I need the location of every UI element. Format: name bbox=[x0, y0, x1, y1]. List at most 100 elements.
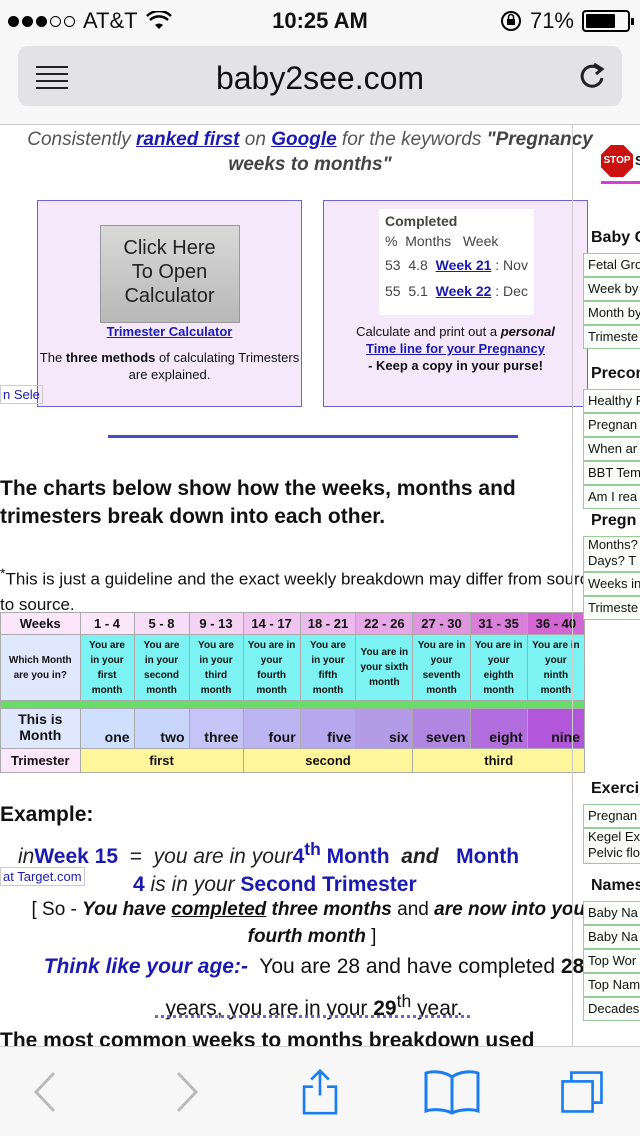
sheet-row: 53 4.8 Week 21 : Nov bbox=[385, 252, 528, 278]
month-cell: one bbox=[79, 708, 135, 749]
so-end: ] bbox=[371, 926, 377, 947]
weeks-cell: 22 - 26 bbox=[355, 612, 414, 635]
which-month-cell: You are in your first month bbox=[79, 634, 135, 701]
sidebar-link[interactable]: Healthy F bbox=[583, 389, 640, 413]
calc-image-line3: Calculator bbox=[124, 285, 215, 307]
sheet-col-months: Months bbox=[405, 233, 452, 249]
ranked-first-link[interactable]: ranked first bbox=[136, 129, 239, 150]
ex-you-are: you are in your bbox=[153, 845, 293, 868]
this-is-month-row: This is Month one two three four five six seve… bbox=[0, 708, 586, 749]
forward-icon[interactable] bbox=[172, 1069, 202, 1115]
sidebar-link[interactable]: Month by bbox=[583, 301, 640, 325]
timeline-tagline: - Keep a copy in your purse! bbox=[368, 358, 543, 373]
sidebar-link[interactable]: BBT Tem bbox=[583, 461, 640, 485]
row-label-this-month: This is Month bbox=[0, 708, 81, 749]
row-label-trimester: Trimester bbox=[0, 748, 81, 773]
sidebar-section-title: Names bbox=[591, 877, 640, 894]
which-month-cell: You are in your eighth month bbox=[469, 634, 528, 701]
sidebar-link[interactable]: Week by bbox=[583, 277, 640, 301]
so-completed: completed bbox=[171, 899, 267, 920]
ex-trimester: Second Trimester bbox=[240, 873, 417, 896]
which-month-row: Which Month are you in? You are in your … bbox=[0, 634, 586, 701]
bookmarks-icon[interactable] bbox=[424, 1069, 480, 1115]
weeks-months-chart: Weeks 1 - 45 - 89 - 13 14 - 17 18 - 21 22 -… bbox=[0, 612, 586, 773]
status-bar: AT&T 10:25 AM 71% bbox=[0, 0, 640, 40]
calculator-desc: The three methods of calculating Trimest… bbox=[38, 349, 301, 383]
month-cell: five bbox=[299, 708, 357, 749]
sidebar-link[interactable]: Trimeste bbox=[583, 325, 640, 349]
weeks-cell: 9 - 13 bbox=[188, 612, 244, 635]
sidebar-link[interactable]: Am I rea bbox=[583, 485, 640, 509]
sidebar-link[interactable]: Fetal Gro bbox=[583, 253, 640, 277]
target-ad-link[interactable]: at Target.com bbox=[0, 867, 85, 886]
sidebar-accent-line bbox=[601, 181, 640, 184]
chart-heading: The charts below show how the weeks, mon… bbox=[0, 477, 516, 528]
page-content: Consistently ranked first on Google for … bbox=[0, 125, 640, 1046]
guideline-note-text: This is just a guideline and the exact w… bbox=[0, 569, 598, 614]
sidebar-section-title: Baby G bbox=[591, 229, 640, 246]
timeline-desc-em: personal bbox=[500, 324, 555, 339]
sidebar-link[interactable]: Baby Na bbox=[583, 901, 640, 925]
sheet-row2-months: 5.1 bbox=[408, 283, 428, 299]
stop-sign-icon[interactable]: STOP bbox=[601, 145, 633, 177]
trimester-calculator-link[interactable]: Trimester Calculator bbox=[107, 324, 233, 339]
sheet-header: % Months Week bbox=[385, 230, 528, 252]
example-title: Example: bbox=[0, 803, 94, 826]
rotation-lock-icon bbox=[500, 11, 521, 31]
which-month-cell: You are in your sixth month bbox=[355, 634, 414, 701]
month-cell: six bbox=[355, 708, 414, 749]
address-bar[interactable]: baby2see.com bbox=[18, 46, 622, 106]
trimester-cell: third bbox=[412, 748, 585, 773]
sidebar-link[interactable]: Trimeste bbox=[583, 596, 640, 620]
row-label-which-month: Which Month are you in? bbox=[0, 634, 81, 701]
battery-percent: 71% bbox=[529, 8, 574, 33]
calc-desc-bold: three methods bbox=[65, 350, 156, 365]
sheet-row1-months: 4.8 bbox=[408, 257, 428, 273]
guideline-note: *This is just a guideline and the exact … bbox=[0, 566, 598, 614]
url-text[interactable]: baby2see.com bbox=[18, 60, 622, 97]
ex-month-4: 4 bbox=[133, 873, 145, 896]
sidebar-link[interactable]: Baby Na bbox=[583, 925, 640, 949]
sheet-row1-rest: : Nov bbox=[495, 257, 528, 273]
sidebar-link[interactable]: Kegel Ex Pelvic flo bbox=[583, 828, 640, 864]
timeline-preview-image[interactable]: Completed % Months Week 53 4.8 Week 21 :… bbox=[379, 209, 534, 315]
sidebar-link[interactable]: Pregnan bbox=[583, 413, 640, 437]
main-column: Consistently ranked first on Google for … bbox=[0, 125, 598, 1046]
google-link[interactable]: Google bbox=[271, 129, 336, 150]
partial-ad-text[interactable]: n Sele bbox=[0, 385, 43, 404]
sidebar-section-title: Pregn bbox=[591, 512, 637, 529]
month-cell: four bbox=[242, 708, 301, 749]
stop-partial-text: S bbox=[635, 153, 640, 168]
sheet-row2-rest: : Dec bbox=[495, 283, 528, 299]
so-and: and bbox=[397, 899, 429, 920]
calculator-image[interactable]: Click Here To Open Calculator bbox=[99, 225, 240, 323]
intro-text: Consistently ranked first on Google for … bbox=[0, 127, 620, 177]
reload-icon[interactable] bbox=[578, 60, 606, 98]
weeks-cell: 5 - 8 bbox=[133, 612, 190, 635]
ex-equals: = bbox=[129, 845, 142, 868]
sidebar-link[interactable]: When ar bbox=[583, 437, 640, 461]
intro-suffix: for the keywords bbox=[341, 129, 482, 150]
month-cell: seven bbox=[412, 708, 471, 749]
timeline-box: Completed % Months Week 53 4.8 Week 21 :… bbox=[323, 200, 588, 407]
tabs-icon[interactable] bbox=[556, 1069, 608, 1115]
calc-image-line2: To Open bbox=[131, 261, 208, 283]
which-month-cell: You are in your third month bbox=[188, 634, 244, 701]
calculator-box: Click Here To Open Calculator Trimester … bbox=[37, 200, 302, 407]
sidebar-link[interactable]: Weeks in bbox=[583, 572, 640, 596]
back-icon[interactable] bbox=[30, 1069, 60, 1115]
sidebar-link[interactable]: Decades bbox=[583, 997, 640, 1021]
weeks-row: Weeks 1 - 45 - 89 - 13 14 - 17 18 - 21 22 -… bbox=[0, 612, 586, 635]
sidebar-link[interactable]: Months? Days? T bbox=[583, 536, 640, 572]
sidebar-link[interactable]: Top Nam bbox=[583, 973, 640, 997]
sheet-row1-week: Week 21 bbox=[435, 257, 492, 273]
share-icon[interactable] bbox=[298, 1069, 342, 1115]
pregnancy-timeline-link[interactable]: Time line for your Pregnancy bbox=[366, 341, 545, 356]
ex-in: in bbox=[18, 845, 35, 868]
sidebar-link[interactable]: Top Wor bbox=[583, 949, 640, 973]
sidebar-link[interactable]: Pregnan bbox=[583, 804, 640, 828]
timeline-desc: Calculate and print out a personal Time … bbox=[324, 323, 587, 374]
row-label-weeks: Weeks bbox=[0, 612, 81, 635]
month-cell: two bbox=[133, 708, 190, 749]
trimester-cell: first bbox=[79, 748, 244, 773]
